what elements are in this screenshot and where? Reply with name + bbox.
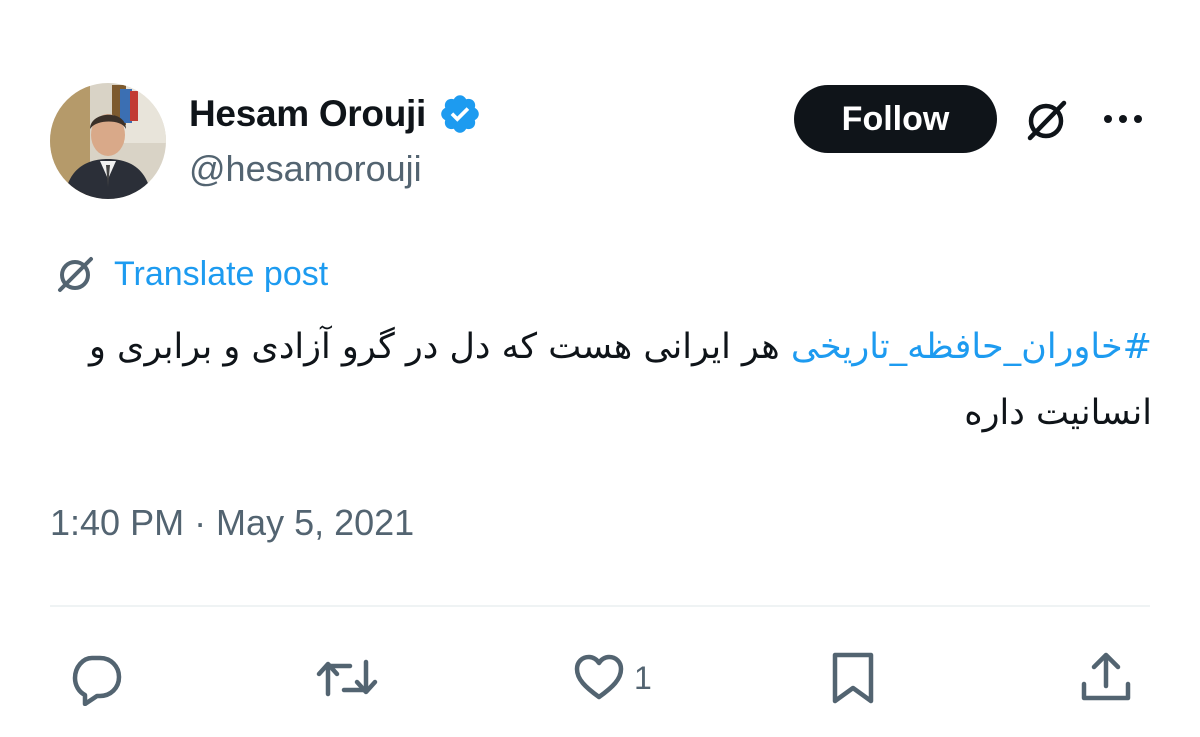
- like-button[interactable]: 1: [572, 648, 652, 708]
- author-name-row[interactable]: Hesam Orouji: [189, 90, 482, 138]
- author-handle[interactable]: @hesamorouji: [189, 148, 422, 190]
- divider: [50, 605, 1150, 607]
- more-icon[interactable]: [1100, 106, 1146, 132]
- reply-icon: [68, 650, 124, 706]
- verified-badge-icon[interactable]: [438, 92, 482, 136]
- author-display-name[interactable]: Hesam Orouji: [189, 93, 426, 135]
- hashtag-link[interactable]: #خاوران_حافظه_تاریخی: [791, 327, 1152, 367]
- grok-icon: [52, 251, 98, 297]
- translate-post[interactable]: Translate post: [52, 250, 328, 298]
- follow-button[interactable]: Follow: [794, 85, 997, 153]
- like-icon: [572, 651, 626, 705]
- avatar[interactable]: [50, 83, 166, 199]
- tweet-timestamp[interactable]: 1:40 PM · May 5, 2021: [50, 502, 414, 544]
- share-icon: [1078, 650, 1134, 706]
- bookmark-button[interactable]: [828, 648, 878, 708]
- like-count: 1: [634, 659, 652, 696]
- translate-label[interactable]: Translate post: [114, 255, 328, 294]
- bookmark-icon: [828, 650, 878, 706]
- retweet-button[interactable]: [316, 648, 378, 708]
- tweet-text: #خاوران_حافظه_تاریخی هر ایرانی هست که دل…: [48, 314, 1152, 446]
- grok-icon[interactable]: [1020, 94, 1072, 146]
- reply-button[interactable]: [68, 648, 124, 708]
- share-button[interactable]: [1078, 648, 1134, 708]
- retweet-icon: [316, 650, 378, 706]
- avatar-image: [50, 83, 166, 199]
